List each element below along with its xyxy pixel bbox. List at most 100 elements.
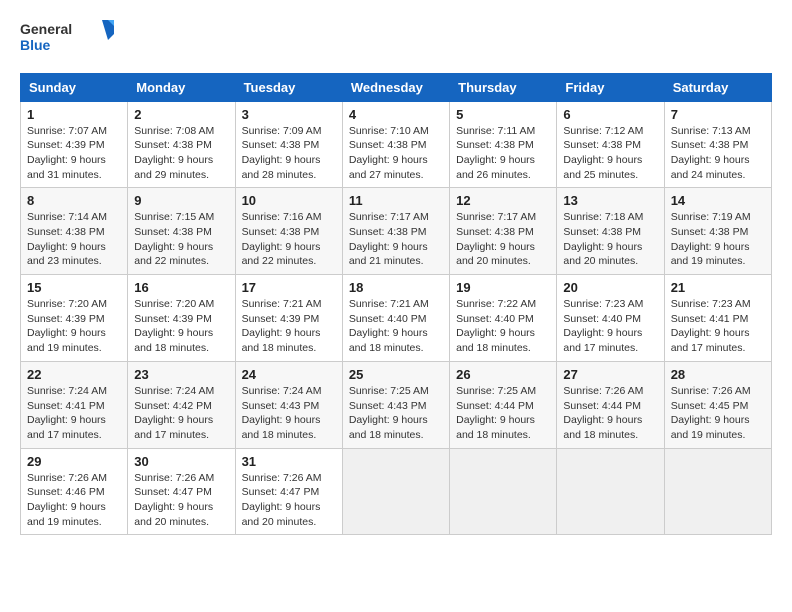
calendar-cell: 10 Sunrise: 7:16 AM Sunset: 4:38 PM Dayli…	[235, 188, 342, 275]
logo-svg: General Blue	[20, 16, 120, 58]
day-info: Sunrise: 7:21 AM Sunset: 4:39 PM Dayligh…	[242, 297, 336, 356]
calendar-table: SundayMondayTuesdayWednesdayThursdayFrid…	[20, 73, 772, 536]
day-number: 9	[134, 193, 228, 208]
day-number: 30	[134, 454, 228, 469]
calendar-cell: 2 Sunrise: 7:08 AM Sunset: 4:38 PM Daylig…	[128, 101, 235, 188]
calendar-cell: 28 Sunrise: 7:26 AM Sunset: 4:45 PM Dayli…	[664, 361, 771, 448]
day-info: Sunrise: 7:10 AM Sunset: 4:38 PM Dayligh…	[349, 124, 443, 183]
calendar-cell: 11 Sunrise: 7:17 AM Sunset: 4:38 PM Dayli…	[342, 188, 449, 275]
calendar-cell: 17 Sunrise: 7:21 AM Sunset: 4:39 PM Dayli…	[235, 275, 342, 362]
day-number: 14	[671, 193, 765, 208]
day-info: Sunrise: 7:16 AM Sunset: 4:38 PM Dayligh…	[242, 210, 336, 269]
calendar-cell: 14 Sunrise: 7:19 AM Sunset: 4:38 PM Dayli…	[664, 188, 771, 275]
day-info: Sunrise: 7:07 AM Sunset: 4:39 PM Dayligh…	[27, 124, 121, 183]
calendar-cell: 24 Sunrise: 7:24 AM Sunset: 4:43 PM Dayli…	[235, 361, 342, 448]
day-number: 26	[456, 367, 550, 382]
day-info: Sunrise: 7:17 AM Sunset: 4:38 PM Dayligh…	[456, 210, 550, 269]
day-number: 2	[134, 107, 228, 122]
day-info: Sunrise: 7:15 AM Sunset: 4:38 PM Dayligh…	[134, 210, 228, 269]
day-number: 22	[27, 367, 121, 382]
calendar-cell	[557, 448, 664, 535]
day-info: Sunrise: 7:23 AM Sunset: 4:40 PM Dayligh…	[563, 297, 657, 356]
day-info: Sunrise: 7:21 AM Sunset: 4:40 PM Dayligh…	[349, 297, 443, 356]
calendar-cell: 16 Sunrise: 7:20 AM Sunset: 4:39 PM Dayli…	[128, 275, 235, 362]
day-info: Sunrise: 7:24 AM Sunset: 4:42 PM Dayligh…	[134, 384, 228, 443]
header: General Blue	[20, 16, 772, 63]
column-header-friday: Friday	[557, 73, 664, 101]
calendar-cell: 12Sunrise: 7:17 AM Sunset: 4:38 PM Dayli…	[450, 188, 557, 275]
day-number: 1	[27, 107, 121, 122]
day-info: Sunrise: 7:20 AM Sunset: 4:39 PM Dayligh…	[134, 297, 228, 356]
calendar-cell: 26 Sunrise: 7:25 AM Sunset: 4:44 PM Dayli…	[450, 361, 557, 448]
day-info: Sunrise: 7:25 AM Sunset: 4:43 PM Dayligh…	[349, 384, 443, 443]
day-number: 16	[134, 280, 228, 295]
day-info: Sunrise: 7:26 AM Sunset: 4:45 PM Dayligh…	[671, 384, 765, 443]
day-info: Sunrise: 7:17 AM Sunset: 4:38 PM Dayligh…	[349, 210, 443, 269]
day-info: Sunrise: 7:19 AM Sunset: 4:38 PM Dayligh…	[671, 210, 765, 269]
day-info: Sunrise: 7:11 AM Sunset: 4:38 PM Dayligh…	[456, 124, 550, 183]
day-number: 17	[242, 280, 336, 295]
day-number: 4	[349, 107, 443, 122]
calendar-cell: 4 Sunrise: 7:10 AM Sunset: 4:38 PM Daylig…	[342, 101, 449, 188]
day-number: 25	[349, 367, 443, 382]
day-number: 20	[563, 280, 657, 295]
calendar-week-row: 15Sunrise: 7:20 AM Sunset: 4:39 PM Dayli…	[21, 275, 772, 362]
calendar-cell: 8Sunrise: 7:14 AM Sunset: 4:38 PM Daylig…	[21, 188, 128, 275]
day-info: Sunrise: 7:13 AM Sunset: 4:38 PM Dayligh…	[671, 124, 765, 183]
day-number: 31	[242, 454, 336, 469]
day-number: 18	[349, 280, 443, 295]
calendar-cell: 13Sunrise: 7:18 AM Sunset: 4:38 PM Dayli…	[557, 188, 664, 275]
calendar-cell: 18 Sunrise: 7:21 AM Sunset: 4:40 PM Dayli…	[342, 275, 449, 362]
day-number: 29	[27, 454, 121, 469]
calendar-cell: 5 Sunrise: 7:11 AM Sunset: 4:38 PM Daylig…	[450, 101, 557, 188]
day-info: Sunrise: 7:08 AM Sunset: 4:38 PM Dayligh…	[134, 124, 228, 183]
svg-text:Blue: Blue	[20, 37, 51, 53]
calendar-cell: 6Sunrise: 7:12 AM Sunset: 4:38 PM Daylig…	[557, 101, 664, 188]
day-info: Sunrise: 7:26 AM Sunset: 4:47 PM Dayligh…	[134, 471, 228, 530]
day-number: 21	[671, 280, 765, 295]
day-number: 24	[242, 367, 336, 382]
calendar-header-row: SundayMondayTuesdayWednesdayThursdayFrid…	[21, 73, 772, 101]
calendar-cell: 1 Sunrise: 7:07 AM Sunset: 4:39 PM Daylig…	[21, 101, 128, 188]
svg-text:General: General	[20, 21, 72, 37]
calendar-cell: 19Sunrise: 7:22 AM Sunset: 4:40 PM Dayli…	[450, 275, 557, 362]
day-info: Sunrise: 7:18 AM Sunset: 4:38 PM Dayligh…	[563, 210, 657, 269]
calendar-cell: 7 Sunrise: 7:13 AM Sunset: 4:38 PM Daylig…	[664, 101, 771, 188]
day-info: Sunrise: 7:26 AM Sunset: 4:44 PM Dayligh…	[563, 384, 657, 443]
column-header-saturday: Saturday	[664, 73, 771, 101]
day-number: 28	[671, 367, 765, 382]
day-info: Sunrise: 7:23 AM Sunset: 4:41 PM Dayligh…	[671, 297, 765, 356]
day-info: Sunrise: 7:25 AM Sunset: 4:44 PM Dayligh…	[456, 384, 550, 443]
column-header-monday: Monday	[128, 73, 235, 101]
day-number: 7	[671, 107, 765, 122]
day-number: 10	[242, 193, 336, 208]
calendar-week-row: 8Sunrise: 7:14 AM Sunset: 4:38 PM Daylig…	[21, 188, 772, 275]
day-info: Sunrise: 7:20 AM Sunset: 4:39 PM Dayligh…	[27, 297, 121, 356]
calendar-week-row: 22 Sunrise: 7:24 AM Sunset: 4:41 PM Dayli…	[21, 361, 772, 448]
day-number: 3	[242, 107, 336, 122]
calendar-cell: 25 Sunrise: 7:25 AM Sunset: 4:43 PM Dayli…	[342, 361, 449, 448]
day-number: 11	[349, 193, 443, 208]
calendar-cell	[342, 448, 449, 535]
column-header-wednesday: Wednesday	[342, 73, 449, 101]
calendar-cell: 3Sunrise: 7:09 AM Sunset: 4:38 PM Daylig…	[235, 101, 342, 188]
calendar-cell: 20 Sunrise: 7:23 AM Sunset: 4:40 PM Dayli…	[557, 275, 664, 362]
calendar-cell: 29Sunrise: 7:26 AM Sunset: 4:46 PM Dayli…	[21, 448, 128, 535]
day-info: Sunrise: 7:24 AM Sunset: 4:43 PM Dayligh…	[242, 384, 336, 443]
day-info: Sunrise: 7:24 AM Sunset: 4:41 PM Dayligh…	[27, 384, 121, 443]
calendar-cell: 27Sunrise: 7:26 AM Sunset: 4:44 PM Dayli…	[557, 361, 664, 448]
day-number: 5	[456, 107, 550, 122]
logo-text: General Blue	[20, 16, 120, 63]
column-header-sunday: Sunday	[21, 73, 128, 101]
day-info: Sunrise: 7:26 AM Sunset: 4:47 PM Dayligh…	[242, 471, 336, 530]
calendar-cell: 22 Sunrise: 7:24 AM Sunset: 4:41 PM Dayli…	[21, 361, 128, 448]
calendar-cell: 31 Sunrise: 7:26 AM Sunset: 4:47 PM Dayli…	[235, 448, 342, 535]
day-info: Sunrise: 7:14 AM Sunset: 4:38 PM Dayligh…	[27, 210, 121, 269]
column-header-tuesday: Tuesday	[235, 73, 342, 101]
calendar-week-row: 29Sunrise: 7:26 AM Sunset: 4:46 PM Dayli…	[21, 448, 772, 535]
day-number: 23	[134, 367, 228, 382]
calendar-cell: 30 Sunrise: 7:26 AM Sunset: 4:47 PM Dayli…	[128, 448, 235, 535]
day-number: 19	[456, 280, 550, 295]
column-header-thursday: Thursday	[450, 73, 557, 101]
calendar-cell: 23 Sunrise: 7:24 AM Sunset: 4:42 PM Dayli…	[128, 361, 235, 448]
